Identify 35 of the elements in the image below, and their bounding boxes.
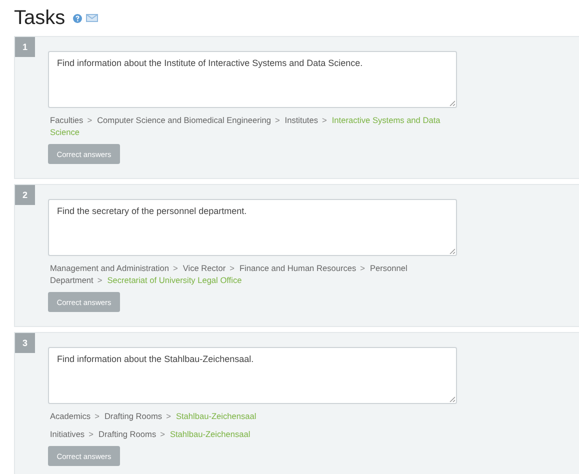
breadcrumb-separator: > <box>274 114 280 126</box>
breadcrumb-link[interactable]: Management and Administration <box>50 262 169 274</box>
mail-icon[interactable] <box>86 14 98 22</box>
breadcrumb-separator: > <box>322 114 327 126</box>
breadcrumb-link[interactable]: Computer Science and Biomedical Engineering <box>97 114 271 126</box>
resize-grip-icon[interactable] <box>449 100 455 106</box>
question-field[interactable]: Find information about the Stahlbau-Zeichensaal. <box>48 347 457 404</box>
breadcrumb-separator: > <box>166 410 171 422</box>
page-title: Tasks <box>14 6 66 30</box>
breadcrumb-separator: > <box>97 274 102 286</box>
breadcrumb-separator: > <box>88 428 94 440</box>
question-field[interactable]: Find the secretary of the personnel department. <box>48 199 457 256</box>
resize-grip-icon[interactable] <box>449 396 455 402</box>
breadcrumb-link[interactable]: Institutes <box>284 114 318 126</box>
breadcrumb-link[interactable]: Initiatives <box>50 428 85 440</box>
breadcrumb-link[interactable]: Department <box>50 274 94 286</box>
breadcrumb-separator: > <box>94 410 100 422</box>
task-number: 2 <box>15 185 35 205</box>
task-number: 3 <box>15 333 35 353</box>
breadcrumb-link[interactable]: Personnel <box>370 262 408 274</box>
help-icon[interactable] <box>73 14 82 22</box>
breadcrumb-link[interactable]: Drafting Rooms <box>104 410 162 422</box>
breadcrumb-link[interactable]: Faculties <box>50 114 84 126</box>
breadcrumb-link[interactable]: Vice Rector <box>182 262 226 274</box>
breadcrumb-separator: > <box>173 262 178 274</box>
task-number: 1 <box>15 37 35 57</box>
breadcrumb-link[interactable]: Academics <box>50 410 91 422</box>
resize-grip-icon[interactable] <box>449 248 455 254</box>
breadcrumb-separator: > <box>230 262 234 274</box>
breadcrumb-link[interactable]: Finance and Human Resources <box>239 262 356 274</box>
breadcrumb-separator: > <box>360 262 365 274</box>
breadcrumb-link[interactable]: Drafting Rooms <box>98 428 156 440</box>
question-field[interactable]: Find information about the Institute of Interactive Systems and Data Science. <box>48 51 457 108</box>
breadcrumb-separator: > <box>87 114 92 126</box>
breadcrumb-separator: > <box>160 428 165 440</box>
